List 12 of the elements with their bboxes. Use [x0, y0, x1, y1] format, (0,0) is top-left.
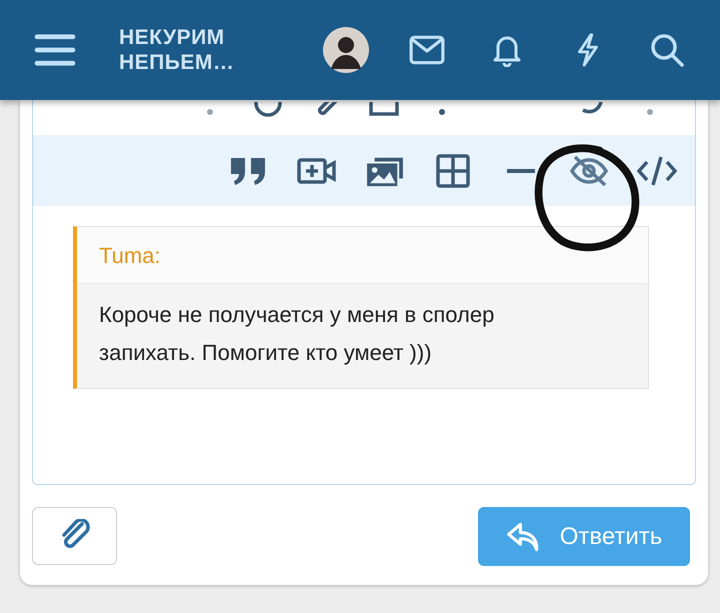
mail-icon[interactable]: [409, 33, 445, 67]
logo-text[interactable]: НЕКУРИМ: [119, 25, 279, 50]
attach-button[interactable]: [32, 507, 117, 565]
quote-author: Tuma:: [99, 243, 161, 268]
search-icon[interactable]: [649, 33, 685, 67]
menu-icon[interactable]: [33, 33, 77, 67]
avatar[interactable]: [323, 27, 369, 73]
code-icon[interactable]: [637, 154, 677, 188]
quote-text: Короче не получается у меня в сполер запихать. Помогите кто умеет ))): [99, 301, 496, 367]
logo-text[interactable]: НЕПЬЕМ…: [119, 50, 279, 75]
editor-box[interactable]: Tuma: Короче не получается у меня в сполер запихать. Помогите кто умеет ))): [32, 100, 696, 485]
hidden-eye-icon[interactable]: [569, 154, 609, 188]
